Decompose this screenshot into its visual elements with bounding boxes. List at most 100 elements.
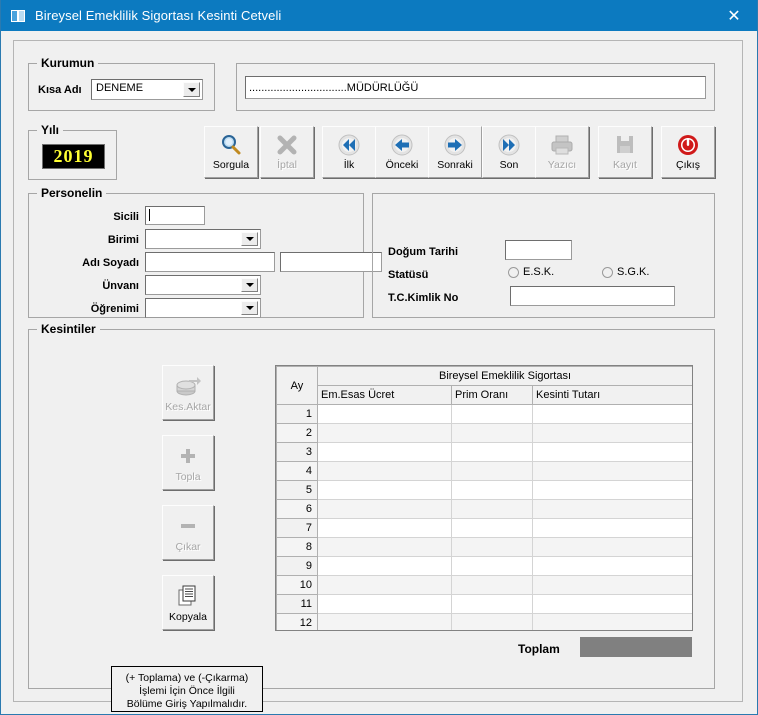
cell-em-esas-ucret[interactable] — [317, 613, 452, 630]
radio-sgk-label: S.G.K. — [617, 266, 650, 278]
cell-kesinti-tutari[interactable] — [531, 556, 692, 576]
cell-prim-orani[interactable] — [451, 613, 533, 630]
cell-prim-orani[interactable] — [451, 461, 533, 481]
cell-prim-orani[interactable] — [451, 423, 533, 443]
cell-prim-orani[interactable] — [451, 594, 533, 614]
cell-ay: 6 — [276, 499, 318, 519]
table-row[interactable]: 12 — [276, 613, 692, 630]
chevron-down-icon[interactable] — [241, 278, 258, 292]
kesinti-grid[interactable]: Ay Bireysel Emeklilik Sigortası Em.Esas … — [275, 365, 693, 631]
chevron-down-icon[interactable] — [183, 82, 200, 97]
tc-kimlik-input[interactable] — [510, 286, 675, 306]
table-row[interactable]: 1 — [276, 404, 692, 424]
cell-prim-orani[interactable] — [451, 556, 533, 576]
cell-kesinti-tutari[interactable] — [531, 575, 692, 595]
chevron-down-icon[interactable] — [241, 232, 258, 246]
table-row[interactable]: 7 — [276, 518, 692, 538]
soyadi-input[interactable] — [280, 252, 382, 272]
sicili-input[interactable] — [145, 206, 205, 225]
kisa-adi-combo[interactable]: DENEME — [91, 79, 203, 100]
cell-ay: 11 — [276, 594, 318, 614]
col-header-ay[interactable]: Ay — [276, 366, 318, 405]
cell-em-esas-ucret[interactable] — [317, 480, 452, 500]
button-kes-aktar[interactable]: Kes.Aktar — [162, 365, 214, 420]
cell-em-esas-ucret[interactable] — [317, 594, 452, 614]
button-topla[interactable]: Topla — [162, 435, 214, 490]
cell-prim-orani[interactable] — [451, 404, 533, 424]
button-sorgula[interactable]: Sorgula — [204, 126, 258, 178]
table-row[interactable]: 11 — [276, 594, 692, 614]
button-ilk[interactable]: İlk — [322, 126, 376, 178]
cell-kesinti-tutari[interactable] — [531, 404, 692, 424]
button-yazici[interactable]: Yazıcı — [535, 126, 589, 178]
radio-esk[interactable]: E.S.K. — [508, 266, 554, 278]
close-icon[interactable]: ✕ — [711, 0, 757, 31]
table-row[interactable]: 10 — [276, 575, 692, 595]
button-onceki[interactable]: Önceki — [375, 126, 429, 178]
button-son[interactable]: Son — [482, 126, 536, 178]
cell-em-esas-ucret[interactable] — [317, 499, 452, 519]
cell-ay: 4 — [276, 461, 318, 481]
plus-icon — [179, 443, 197, 469]
info-note: (+ Toplama) ve (-Çıkarma) İşlemi İçin Ön… — [111, 666, 263, 712]
table-row[interactable]: 4 — [276, 461, 692, 481]
button-kayit[interactable]: Kayıt — [598, 126, 652, 178]
table-row[interactable]: 3 — [276, 442, 692, 462]
col-header-prim-orani[interactable]: Prim Oranı — [451, 385, 533, 405]
label-birimi: Birimi — [107, 234, 139, 246]
year-display[interactable]: 2019 — [42, 144, 105, 169]
cell-em-esas-ucret[interactable] — [317, 461, 452, 481]
table-head: Ay Bireysel Emeklilik Sigortası Em.Esas … — [276, 366, 692, 405]
cell-kesinti-tutari[interactable] — [531, 480, 692, 500]
birimi-combo[interactable] — [145, 229, 261, 249]
cell-kesinti-tutari[interactable] — [531, 594, 692, 614]
table-row[interactable]: 2 — [276, 423, 692, 443]
cell-prim-orani[interactable] — [451, 537, 533, 557]
table-row[interactable]: 9 — [276, 556, 692, 576]
cell-em-esas-ucret[interactable] — [317, 442, 452, 462]
kurum-adi-field[interactable]: ................................MÜDÜRLÜĞ… — [245, 76, 706, 99]
button-ilk-label: İlk — [343, 159, 355, 171]
button-sonraki[interactable]: Sonraki — [428, 126, 482, 178]
label-unvani: Ünvanı — [102, 280, 139, 292]
cell-prim-orani[interactable] — [451, 480, 533, 500]
cell-prim-orani[interactable] — [451, 499, 533, 519]
radio-sgk[interactable]: S.G.K. — [602, 266, 649, 278]
cell-kesinti-tutari[interactable] — [531, 537, 692, 557]
button-sonraki-label: Sonraki — [437, 159, 473, 171]
button-son-label: Son — [499, 159, 519, 171]
button-cikis[interactable]: Çıkış — [661, 126, 715, 178]
unvani-combo[interactable] — [145, 275, 261, 295]
table-row[interactable]: 8 — [276, 537, 692, 557]
cell-em-esas-ucret[interactable] — [317, 518, 452, 538]
ogrenimi-combo[interactable] — [145, 298, 261, 318]
cell-kesinti-tutari[interactable] — [531, 442, 692, 462]
dogum-tarihi-input[interactable] — [505, 240, 572, 260]
cell-em-esas-ucret[interactable] — [317, 556, 452, 576]
col-header-kesinti-tutari[interactable]: Kesinti Tutarı — [531, 385, 692, 405]
chevron-down-icon[interactable] — [241, 301, 258, 315]
cell-em-esas-ucret[interactable] — [317, 404, 452, 424]
cell-kesinti-tutari[interactable] — [531, 423, 692, 443]
cell-kesinti-tutari[interactable] — [531, 518, 692, 538]
cell-kesinti-tutari[interactable] — [531, 499, 692, 519]
col-header-em-esas-ucret[interactable]: Em.Esas Ücret — [317, 385, 452, 405]
cell-em-esas-ucret[interactable] — [317, 575, 452, 595]
cell-prim-orani[interactable] — [451, 442, 533, 462]
cell-kesinti-tutari[interactable] — [531, 461, 692, 481]
button-kopyala[interactable]: Kopyala — [162, 575, 214, 630]
table-row[interactable]: 6 — [276, 499, 692, 519]
cell-em-esas-ucret[interactable] — [317, 423, 452, 443]
group-personelin: Personelin Sicili Birimi Adı Soyadı Ünva… — [28, 186, 382, 318]
cell-em-esas-ucret[interactable] — [317, 537, 452, 557]
label-tc-kimlik: T.C.Kimlik No — [388, 292, 459, 304]
button-iptal[interactable]: İptal — [260, 126, 314, 178]
cell-kesinti-tutari[interactable] — [531, 613, 692, 630]
cell-ay: 7 — [276, 518, 318, 538]
cell-prim-orani[interactable] — [451, 575, 533, 595]
table-row[interactable]: 5 — [276, 480, 692, 500]
minus-icon — [179, 513, 197, 539]
button-cikar[interactable]: Çıkar — [162, 505, 214, 560]
cell-prim-orani[interactable] — [451, 518, 533, 538]
adi-input[interactable] — [145, 252, 275, 272]
